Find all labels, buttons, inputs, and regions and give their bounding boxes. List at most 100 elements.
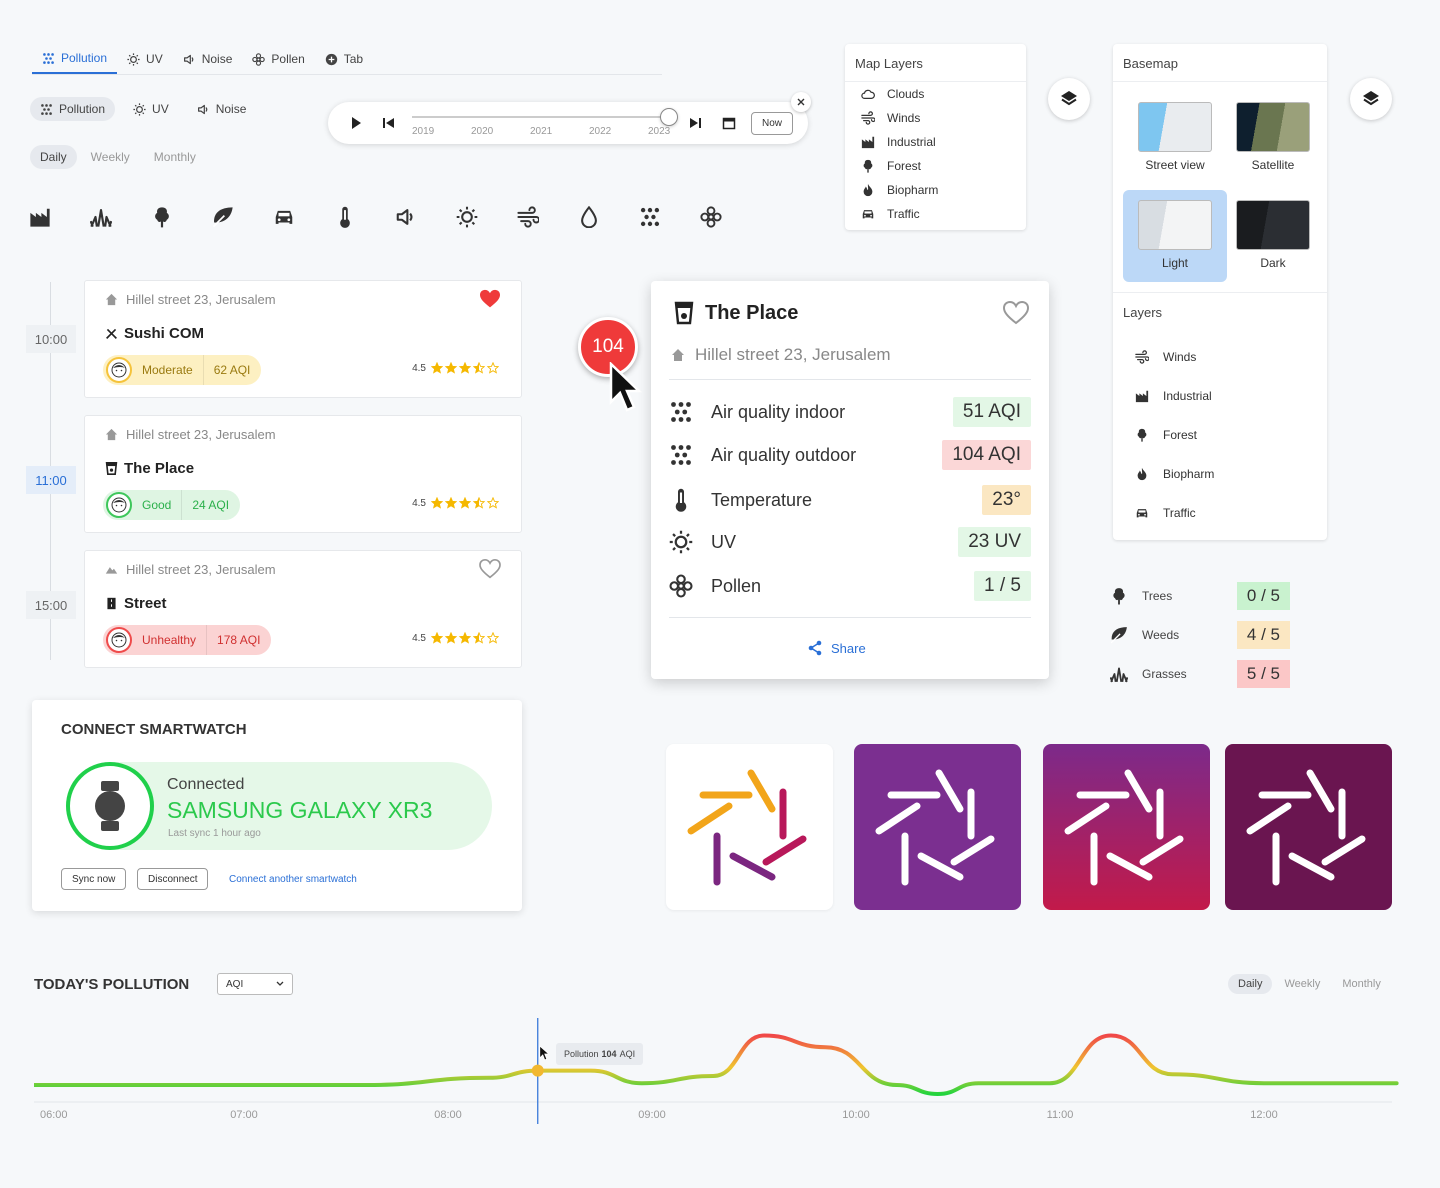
now-button[interactable]: Now (751, 112, 794, 135)
share-icon (807, 640, 823, 656)
grass-icon[interactable] (88, 204, 114, 230)
basemap-satellite[interactable]: Satellite (1221, 92, 1325, 184)
thermometer-icon[interactable] (332, 204, 358, 230)
metric-value: 104 AQI (942, 440, 1031, 470)
basemap-dark[interactable]: Dark (1221, 190, 1325, 282)
favorite-icon[interactable] (1003, 301, 1029, 325)
favorite-icon[interactable] (479, 289, 501, 309)
car-icon[interactable] (271, 204, 297, 230)
period-tab-daily[interactable]: Daily (30, 145, 77, 169)
tab-label: Pollen (271, 52, 305, 66)
layer-industrial[interactable]: Industrial (1135, 389, 1212, 403)
card-title-row: The Place (105, 460, 194, 477)
tab-pollen[interactable]: Pollen (242, 44, 314, 74)
x-tick-label: 07:00 (230, 1109, 258, 1121)
timeline-time: 15:00 (26, 591, 76, 619)
drop-icon[interactable] (576, 204, 602, 230)
star-icon (487, 362, 499, 374)
divider (669, 379, 1031, 380)
place-card[interactable]: Hillel street 23, Jerusalem Street Unhea… (84, 550, 522, 668)
layer-label: Industrial (1163, 389, 1212, 403)
timeline-slider-thumb[interactable] (659, 108, 678, 126)
metric-select[interactable]: AQI (217, 973, 293, 995)
tooltip-value: 104 (601, 1049, 617, 1059)
period-tab-monthly[interactable]: Monthly (144, 145, 206, 169)
star-icon (473, 497, 485, 509)
place-card[interactable]: Hillel street 23, Jerusalem Sushi COM Mo… (84, 280, 522, 398)
face-avatar (106, 492, 132, 518)
basemap-light[interactable]: Light (1123, 190, 1227, 282)
map-layer-forest[interactable]: Forest (861, 154, 938, 178)
pill-tab-noise[interactable]: Noise (187, 97, 257, 121)
metric-label: Pollen (711, 575, 762, 596)
speaker-icon[interactable] (393, 204, 419, 230)
chart-highlight-point[interactable] (531, 1064, 544, 1077)
map-layer-biopharm[interactable]: Biopharm (861, 178, 938, 202)
card-address: Hillel street 23, Jerusalem (126, 562, 276, 577)
pill-tab-bar: Pollution UV Noise (30, 97, 256, 121)
sun-icon[interactable] (454, 204, 480, 230)
particles-icon[interactable] (637, 204, 663, 230)
calendar-icon[interactable] (722, 116, 736, 130)
chart-tab-weekly[interactable]: Weekly (1274, 974, 1330, 994)
chart-tab-monthly[interactable]: Monthly (1332, 974, 1391, 994)
place-card[interactable]: Hillel street 23, Jerusalem The Place Go… (84, 415, 522, 533)
map-layer-traffic[interactable]: Traffic (861, 202, 938, 226)
x-tick-label: 11:00 (1047, 1109, 1074, 1121)
sun-icon (669, 530, 693, 554)
card-title-row: Sushi COM (105, 325, 204, 342)
tab-tab[interactable]: Tab (315, 44, 373, 74)
favorite-icon[interactable] (479, 559, 501, 579)
tree-icon (1110, 587, 1128, 605)
rating: 4.5 (412, 362, 499, 374)
layer-forest[interactable]: Forest (1135, 428, 1197, 442)
tab-uv[interactable]: UV (117, 44, 173, 74)
layer-winds[interactable]: Winds (1135, 350, 1196, 364)
leaf-icon[interactable] (210, 204, 236, 230)
cup-icon (105, 462, 118, 475)
layers-toggle-button[interactable] (1048, 78, 1090, 120)
skip-back-button[interactable] (382, 116, 396, 130)
map-layer-industrial[interactable]: Industrial (861, 130, 938, 154)
pill-tab-uv[interactable]: UV (123, 97, 179, 121)
skip-forward-button[interactable] (688, 116, 702, 130)
close-icon[interactable] (791, 92, 811, 112)
metric-row: Pollen 1 / 5 (669, 569, 1031, 603)
share-button[interactable]: Share (807, 640, 866, 656)
chart-tab-daily[interactable]: Daily (1228, 974, 1273, 994)
factory-icon[interactable] (27, 204, 53, 230)
period-tab-weekly[interactable]: Weekly (81, 145, 140, 169)
flower-icon[interactable] (698, 204, 724, 230)
grass-icon (1110, 665, 1128, 683)
timeline-track[interactable] (412, 116, 674, 118)
pill-tab-label: Pollution (59, 102, 106, 116)
layer-traffic[interactable]: Traffic (1135, 506, 1196, 520)
pill-tab-pollution[interactable]: Pollution (30, 97, 116, 121)
metric-label: UV (711, 531, 737, 552)
play-button[interactable] (349, 116, 363, 130)
layers-title: Layers (1123, 305, 1163, 320)
star-icon (445, 362, 457, 374)
wind-icon[interactable] (515, 204, 541, 230)
connect-another-link[interactable]: Connect another smartwatch (229, 874, 357, 885)
mountain-icon (105, 563, 118, 576)
popup-title: The Place (705, 301, 799, 324)
basemap-toggle-button[interactable] (1350, 78, 1392, 120)
year-label: 2020 (471, 126, 494, 137)
star-icon (487, 497, 499, 509)
basemap-street-view[interactable]: Street view (1123, 92, 1227, 184)
map-layer-winds[interactable]: Winds (861, 106, 938, 130)
pollution-line (34, 1033, 1399, 1096)
popup-address-row: Hillel street 23, Jerusalem (671, 345, 891, 365)
tree-icon[interactable] (149, 204, 175, 230)
tab-label: Tab (343, 52, 364, 66)
map-layer-clouds[interactable]: Clouds (861, 82, 938, 106)
sync-now-button[interactable]: Sync now (61, 868, 127, 890)
layer-label: Traffic (1163, 506, 1196, 520)
tab-noise[interactable]: Noise (173, 44, 243, 74)
tab-pollution[interactable]: Pollution (32, 44, 118, 74)
basemap-thumbnail (1236, 102, 1310, 152)
disconnect-button[interactable]: Disconnect (137, 868, 209, 890)
layer-biopharm[interactable]: Biopharm (1135, 467, 1214, 481)
aqi-level: Good (142, 498, 172, 512)
